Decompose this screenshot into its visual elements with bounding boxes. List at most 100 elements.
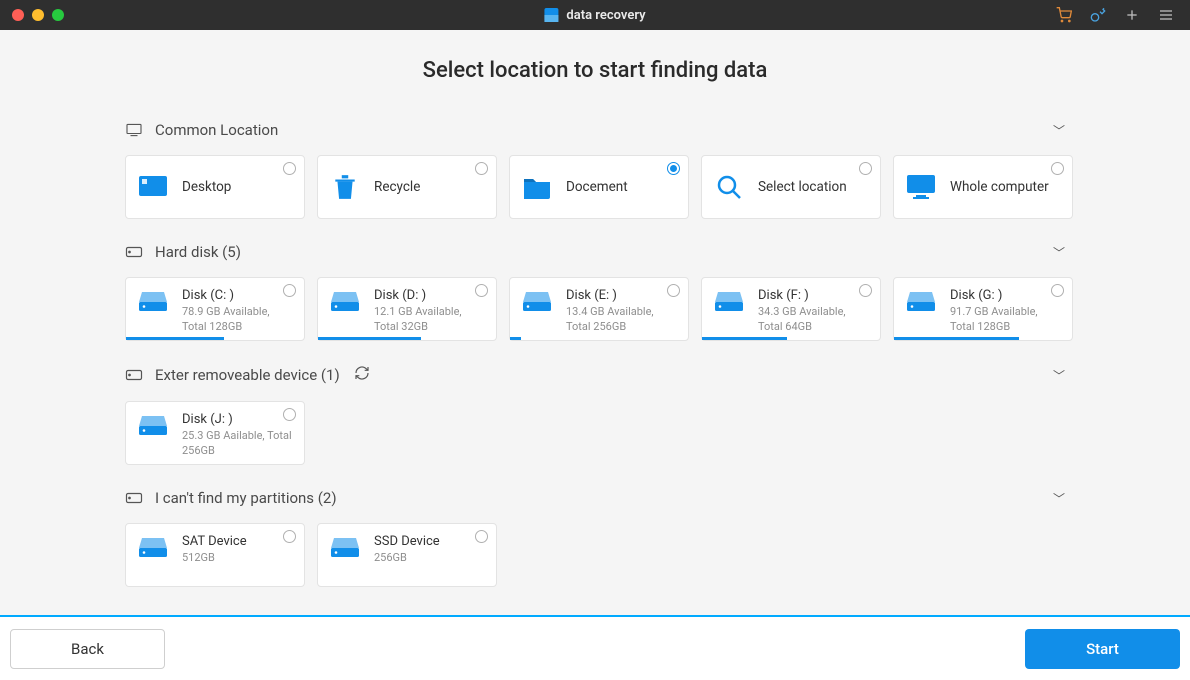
section-header-common[interactable]: Common Location ﹀: [125, 115, 1065, 145]
maximize-window[interactable]: [52, 9, 64, 21]
radio-icon[interactable]: [1051, 284, 1064, 297]
disk-name: Disk (C: ): [182, 288, 292, 303]
back-button[interactable]: Back: [10, 629, 165, 669]
disk-info: 34.3 GB Available, Total 64GB: [758, 305, 868, 335]
chevron-down-icon: ﹀: [1053, 122, 1065, 139]
location-card-document[interactable]: Docement: [509, 155, 689, 219]
disk-card[interactable]: Disk (G: ) 91.7 GB Available, Total 128GB: [893, 277, 1073, 341]
location-card-desktop[interactable]: Desktop: [125, 155, 305, 219]
drive-outline-icon: [125, 245, 143, 259]
chevron-down-icon: ﹀: [1053, 244, 1065, 261]
radio-icon[interactable]: [283, 284, 296, 297]
disk-info: 25.3 GB Aailable, Total 256GB: [182, 429, 292, 459]
key-icon[interactable]: [1090, 7, 1106, 23]
drive-icon: [330, 288, 360, 314]
disk-info: 78.9 GB Available, Total 128GB: [182, 305, 292, 335]
window-controls: [0, 9, 64, 21]
common-location-row: Desktop Recycle Docement: [125, 155, 1065, 219]
disk-info: 12.1 GB Available, Total 32GB: [374, 305, 484, 335]
card-label: Recycle: [374, 179, 420, 195]
section-title: Common Location: [155, 121, 278, 139]
radio-icon[interactable]: [667, 162, 680, 175]
footer-bar: Back Start: [0, 615, 1190, 680]
location-card-whole-computer[interactable]: Whole computer: [893, 155, 1073, 219]
section-title: I can't find my partitions (2): [155, 489, 337, 507]
refresh-icon[interactable]: [354, 365, 370, 385]
trash-icon: [330, 174, 360, 200]
main-content: Select location to start finding data Co…: [0, 30, 1190, 615]
disk-card[interactable]: Disk (D: ) 12.1 GB Available, Total 32GB: [317, 277, 497, 341]
card-label: Select location: [758, 179, 847, 195]
external-row: Disk (J: ) 25.3 GB Aailable, Total 256GB: [125, 401, 1065, 465]
disk-name: Disk (J: ): [182, 412, 292, 427]
cart-icon[interactable]: [1056, 7, 1072, 23]
section-external: Exter removeable device (1) ﹀ Disk (J: )…: [125, 359, 1065, 465]
disk-name: SAT Device: [182, 534, 247, 549]
card-label: Docement: [566, 179, 628, 195]
section-header-lost[interactable]: I can't find my partitions (2) ﹀: [125, 483, 1065, 513]
disk-name: SSD Device: [374, 534, 440, 549]
disk-name: Disk (G: ): [950, 288, 1060, 303]
hard-disk-row: Disk (C: ) 78.9 GB Available, Total 128GB…: [125, 277, 1065, 341]
monitor-outline-icon: [125, 123, 143, 137]
section-header-hard-disk[interactable]: Hard disk (5) ﹀: [125, 237, 1065, 267]
section-common-location: Common Location ﹀ Desktop Recycle: [125, 115, 1065, 219]
section-title: Hard disk (5): [155, 243, 241, 261]
disk-card[interactable]: Disk (E: )13.4 GB Available, Total 256GB: [509, 277, 689, 341]
disk-info: 256GB: [374, 551, 440, 566]
chevron-down-icon: ﹀: [1053, 367, 1065, 384]
monitor-icon: [906, 174, 936, 200]
disk-name: Disk (D: ): [374, 288, 484, 303]
disk-info: 13.4 GB Available, Total 256GB: [566, 305, 676, 335]
drive-icon: [138, 288, 168, 314]
radio-icon[interactable]: [1051, 162, 1064, 175]
app-title: data recovery: [544, 8, 645, 23]
drive-icon: [330, 534, 360, 560]
start-button[interactable]: Start: [1025, 629, 1180, 669]
drive-outline-icon: [125, 368, 143, 382]
plus-icon[interactable]: [1124, 7, 1140, 23]
folder-icon: [522, 174, 552, 200]
titlebar: data recovery: [0, 0, 1190, 30]
radio-icon[interactable]: [283, 530, 296, 543]
disk-info: 91.7 GB Available, Total 128GB: [950, 305, 1060, 335]
section-header-external[interactable]: Exter removeable device (1) ﹀: [125, 359, 1065, 391]
card-label: Desktop: [182, 179, 231, 195]
disk-info: 512GB: [182, 551, 247, 566]
disk-card[interactable]: SAT Device 512GB: [125, 523, 305, 587]
menu-icon[interactable]: [1158, 7, 1174, 23]
drive-icon: [522, 288, 552, 314]
drive-icon: [906, 288, 936, 314]
radio-icon[interactable]: [283, 408, 296, 421]
minimize-window[interactable]: [32, 9, 44, 21]
search-icon: [714, 174, 744, 200]
radio-icon[interactable]: [475, 530, 488, 543]
radio-icon[interactable]: [859, 284, 872, 297]
desktop-icon: [138, 174, 168, 200]
section-hard-disk: Hard disk (5) ﹀ Disk (C: ) 78.9 GB Availa…: [125, 237, 1065, 341]
radio-icon[interactable]: [475, 284, 488, 297]
page-heading: Select location to start finding data: [0, 58, 1190, 83]
app-title-text: data recovery: [566, 8, 645, 23]
location-card-recycle[interactable]: Recycle: [317, 155, 497, 219]
lost-row: SAT Device 512GB SSD Device 256GB: [125, 523, 1065, 587]
radio-icon[interactable]: [475, 162, 488, 175]
disk-name: Disk (F: ): [758, 288, 868, 303]
card-label: Whole computer: [950, 179, 1049, 195]
section-title: Exter removeable device (1): [155, 366, 340, 384]
disk-card[interactable]: SSD Device 256GB: [317, 523, 497, 587]
location-card-select-location[interactable]: Select location: [701, 155, 881, 219]
radio-icon[interactable]: [859, 162, 872, 175]
disk-card[interactable]: Disk (F: ) 34.3 GB Available, Total 64GB: [701, 277, 881, 341]
disk-card[interactable]: Disk (J: ) 25.3 GB Aailable, Total 256GB: [125, 401, 305, 465]
close-window[interactable]: [12, 9, 24, 21]
disk-card[interactable]: Disk (C: ) 78.9 GB Available, Total 128GB: [125, 277, 305, 341]
drive-outline-icon: [125, 491, 143, 505]
radio-icon[interactable]: [667, 284, 680, 297]
drive-icon: [714, 288, 744, 314]
chevron-down-icon: ﹀: [1053, 490, 1065, 507]
section-lost-partitions: I can't find my partitions (2) ﹀ SAT Dev…: [125, 483, 1065, 587]
radio-icon[interactable]: [283, 162, 296, 175]
drive-icon: [138, 412, 168, 438]
drive-icon: [138, 534, 168, 560]
